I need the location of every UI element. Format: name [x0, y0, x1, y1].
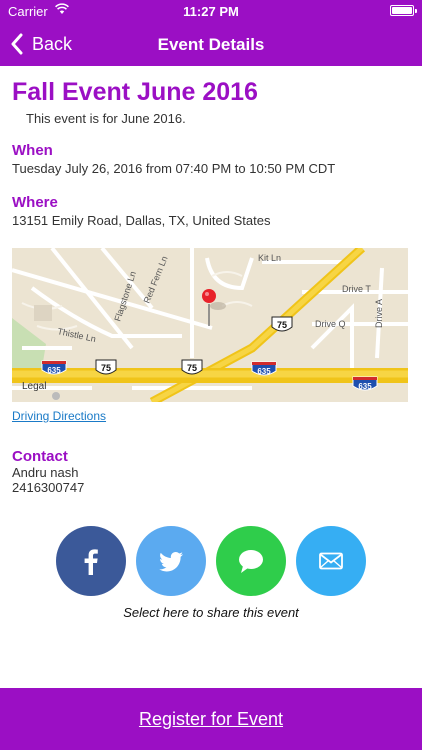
- message-icon: [239, 550, 263, 573]
- us-75-shield: 75: [181, 359, 203, 375]
- page-title: Event Details: [157, 35, 265, 54]
- share-email-button[interactable]: [296, 526, 366, 596]
- share-buttons: [56, 526, 366, 596]
- status-bar: Carrier 11:27 PM: [0, 0, 422, 22]
- register-bar: Register for Event: [0, 688, 422, 750]
- register-button[interactable]: Register for Event: [139, 709, 283, 730]
- svg-text:75: 75: [101, 363, 111, 373]
- street-label-drive-t: Drive T: [342, 284, 371, 294]
- when-text: Tuesday July 26, 2016 from 07:40 PM to 1…: [12, 161, 336, 176]
- facebook-icon: [84, 549, 98, 575]
- share-caption: Select here to share this event: [123, 605, 299, 620]
- battery-icon: [390, 5, 417, 16]
- where-address: 13151 Emily Road, Dallas, TX, United Sta…: [12, 213, 271, 228]
- driving-directions-link[interactable]: Driving Directions: [12, 409, 106, 423]
- twitter-icon: [159, 552, 183, 572]
- contact-label: Contact: [12, 448, 68, 465]
- when-label: When: [12, 142, 53, 159]
- us-75-shield: 75: [271, 316, 293, 332]
- map-legal-link[interactable]: Legal: [22, 381, 46, 392]
- where-label: Where: [12, 194, 58, 211]
- svg-text:635: 635: [257, 367, 271, 376]
- share-facebook-button[interactable]: [56, 526, 126, 596]
- status-time: 11:27 PM: [183, 4, 239, 19]
- event-title: Fall Event June 2016: [12, 78, 258, 106]
- email-icon: [319, 552, 343, 570]
- contact-section: Contact Andru nash 2416300747: [12, 448, 84, 495]
- street-label-drive-a: Drive A: [374, 299, 384, 328]
- header: Carrier 11:27 PM Back Event Details: [0, 0, 422, 66]
- share-twitter-button[interactable]: [136, 526, 206, 596]
- contact-phone[interactable]: 2416300747: [12, 480, 84, 495]
- svg-text:635: 635: [358, 382, 372, 391]
- event-content: Fall Event June 2016 This event is for J…: [12, 66, 410, 495]
- street-label-kit-ln: Kit Ln: [258, 253, 281, 263]
- share-message-button[interactable]: [216, 526, 286, 596]
- svg-text:75: 75: [187, 363, 197, 373]
- svg-text:635: 635: [47, 366, 61, 375]
- location-map[interactable]: Kit Ln Drive T Drive Q Drive A Flagstone…: [12, 248, 408, 402]
- svg-text:75: 75: [277, 320, 287, 330]
- contact-name: Andru nash: [12, 465, 79, 480]
- us-75-shield: 75: [95, 359, 117, 375]
- map-graphic: Kit Ln Drive T Drive Q Drive A Flagstone…: [12, 248, 408, 402]
- nav-bar: Back Event Details: [0, 22, 422, 66]
- event-description: This event is for June 2016.: [26, 111, 186, 126]
- street-label-drive-q: Drive Q: [315, 319, 346, 329]
